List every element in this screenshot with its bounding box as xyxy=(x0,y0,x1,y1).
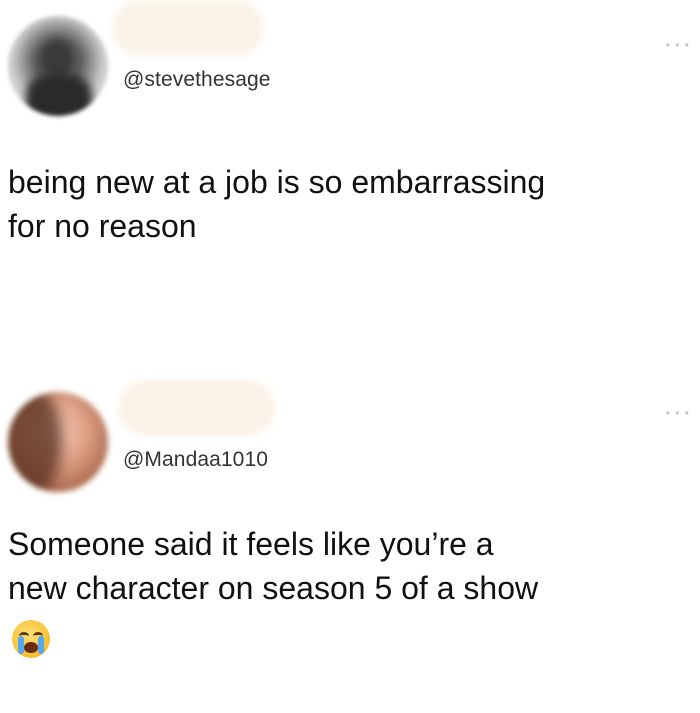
avatar-hair-shape xyxy=(8,392,62,492)
user-handle[interactable]: @Mandaa1010 xyxy=(123,448,268,472)
avatar[interactable] xyxy=(8,392,108,492)
avatar-head-shape xyxy=(40,40,74,78)
emoji-tear xyxy=(18,636,24,654)
emoji-mouth xyxy=(24,642,38,653)
loudly-crying-face-icon xyxy=(12,620,50,658)
tweet: • • • @Mandaa1010 Someone said it feels … xyxy=(0,380,700,713)
user-handle[interactable]: @stevethesage xyxy=(123,68,271,92)
tweet-text: being new at a job is so embarrassing fo… xyxy=(8,164,546,244)
more-dots-icon[interactable]: • • • xyxy=(666,38,690,52)
avatar-body-shape xyxy=(26,74,92,116)
avatar[interactable] xyxy=(8,16,108,116)
display-name-redacted xyxy=(112,0,264,56)
display-name-redacted xyxy=(118,380,276,436)
more-dots-icon[interactable]: • • • xyxy=(666,406,690,420)
tweet: • • • @stevethesage being new at a job i… xyxy=(0,0,700,380)
emoji-tear xyxy=(38,636,44,654)
tweet-text: Someone said it feels like you’re a new … xyxy=(8,526,539,606)
